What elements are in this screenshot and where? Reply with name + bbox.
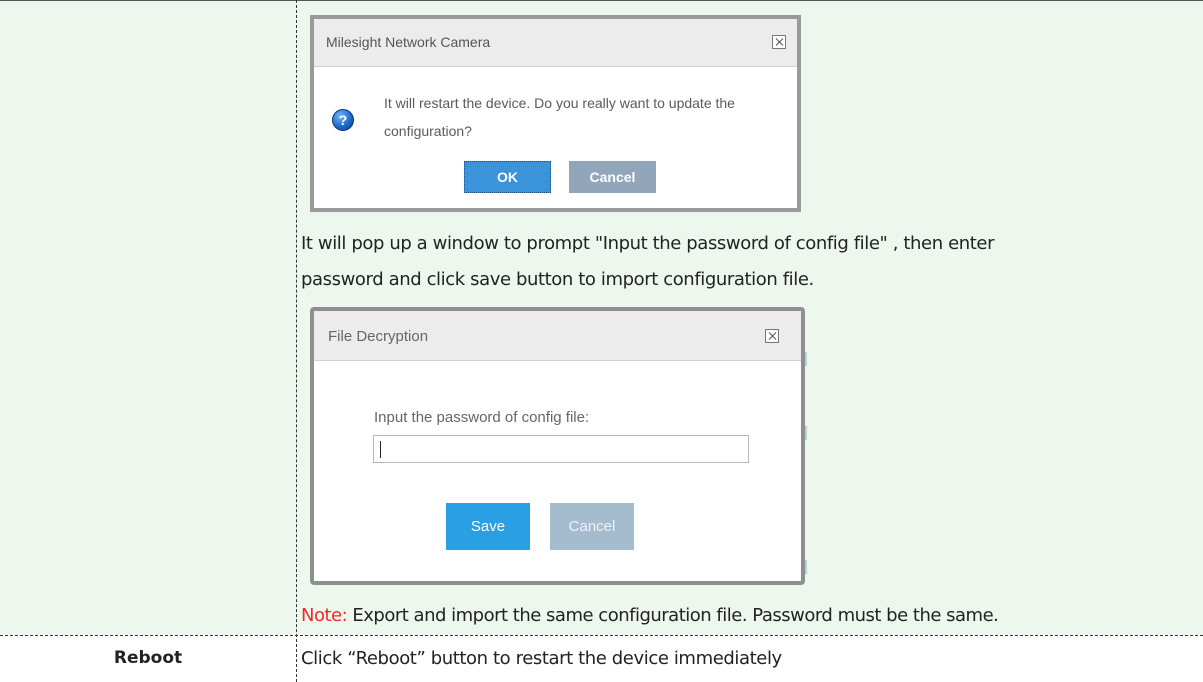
edge-artifact: [805, 560, 807, 574]
note-text: Note: Export and import the same configu…: [301, 605, 999, 626]
file-decryption-dialog: File Decryption Input the password of co…: [310, 307, 805, 585]
save-button[interactable]: Save: [446, 503, 530, 550]
ok-button[interactable]: OK: [464, 161, 551, 193]
password-input[interactable]: [373, 435, 749, 463]
row-divider: [0, 635, 1203, 636]
password-field-label: Input the password of config file:: [374, 409, 590, 426]
instruction-line-1: It will pop up a window to prompt "Input…: [301, 233, 995, 254]
reboot-row-name: Reboot: [113, 648, 183, 668]
confirm-dialog-header: Milesight Network Camera: [314, 19, 797, 67]
text-caret: [380, 441, 381, 458]
confirm-dialog-title: Milesight Network Camera: [326, 34, 491, 50]
cancel-button[interactable]: Cancel: [569, 161, 656, 193]
close-icon[interactable]: [772, 35, 786, 49]
file-decryption-header: File Decryption: [314, 311, 801, 361]
edge-artifact: [805, 352, 807, 366]
edge-artifact: [805, 426, 807, 440]
instruction-line-2: password and click save button to import…: [301, 269, 814, 290]
confirm-dialog: Milesight Network Camera ? It will resta…: [310, 15, 801, 212]
note-label: Note:: [301, 605, 348, 626]
reboot-row-description: Click “Reboot” button to restart the dev…: [301, 648, 782, 669]
cancel-button[interactable]: Cancel: [550, 503, 634, 550]
file-decryption-title: File Decryption: [328, 328, 429, 345]
question-icon: ?: [332, 109, 354, 131]
column-divider: [296, 0, 297, 682]
confirm-dialog-message: It will restart the device. Do you reall…: [384, 95, 735, 139]
note-body: Export and import the same configuration…: [347, 605, 999, 626]
close-icon[interactable]: [765, 329, 779, 343]
